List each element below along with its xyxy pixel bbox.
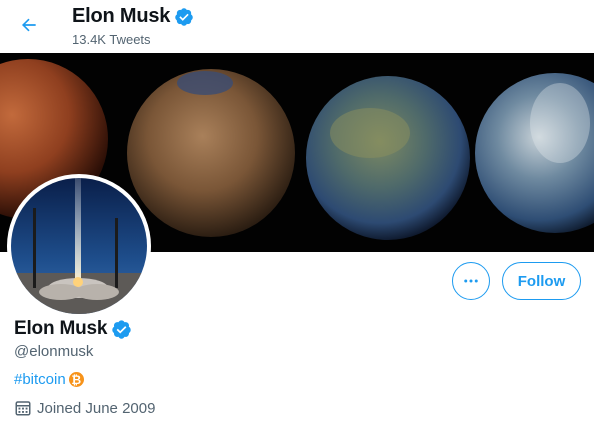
avatar[interactable] — [7, 174, 151, 318]
more-horizontal-icon — [464, 279, 478, 283]
profile-name-row: Elon Musk — [14, 318, 132, 340]
join-date: Joined June 2009 — [14, 399, 155, 417]
calendar-icon — [15, 401, 31, 416]
verified-badge-icon — [112, 319, 131, 339]
header-name: Elon Musk — [72, 5, 171, 27]
more-options-button[interactable] — [452, 262, 490, 300]
profile-bio: #bitcoin ₿ — [14, 371, 84, 388]
follow-button-label: Follow — [517, 272, 566, 290]
profile-name: Elon Musk — [14, 318, 108, 339]
avatar-image — [11, 178, 147, 314]
bitcoin-icon: ₿ — [68, 372, 84, 387]
header-title: Elon Musk — [72, 5, 194, 28]
verified-badge-icon — [175, 7, 193, 26]
tweet-count: 13.4K Tweets — [72, 32, 151, 47]
follow-button[interactable]: Follow — [502, 262, 581, 300]
profile-page: Elon Musk 13.4K Tweets Follow Elon Musk … — [0, 0, 594, 424]
join-date-text: Joined June 2009 — [37, 399, 156, 417]
arrow-left-icon — [21, 18, 36, 32]
profile-header: Elon Musk 13.4K Tweets — [0, 0, 594, 53]
bio-hashtag-link[interactable]: #bitcoin — [14, 371, 66, 388]
profile-handle: @elonmusk — [14, 343, 94, 360]
back-button[interactable] — [12, 8, 46, 42]
